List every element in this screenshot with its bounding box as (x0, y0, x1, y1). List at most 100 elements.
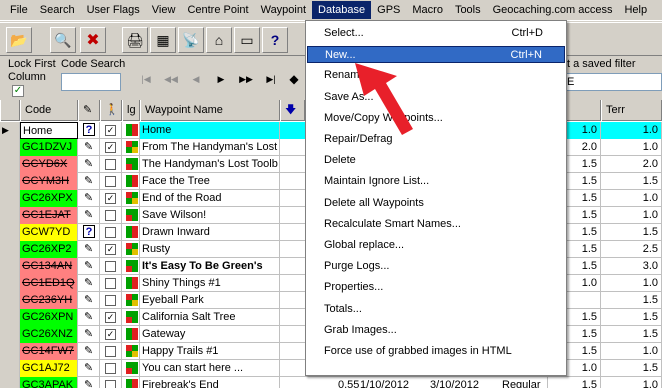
menu-item-maintain-ignore-list[interactable]: Maintain Ignore List... (307, 173, 565, 190)
window-button[interactable]: ▭ (234, 27, 260, 53)
waypoint-name-cell[interactable]: Rusty (140, 241, 280, 258)
user-flag-cell[interactable]: ✎ (78, 360, 100, 377)
menu-tools[interactable]: Tools (449, 1, 487, 19)
row-checkbox[interactable] (105, 210, 116, 221)
lg-column-header[interactable]: lg (122, 100, 140, 121)
waypoint-code-cell[interactable]: GC14FW7 (20, 343, 78, 360)
menu-geocaching-com-access[interactable]: Geocaching.com access (487, 1, 619, 19)
waypoint-name-cell[interactable]: From The Handyman's Lost (140, 139, 280, 156)
menu-item-global-replace[interactable]: Global replace... (307, 237, 565, 254)
user-flag-cell[interactable]: ✎ (78, 309, 100, 326)
user-flag-cell[interactable]: ✎ (78, 241, 100, 258)
menu-item-recalculate-smart-names[interactable]: Recalculate Smart Names... (307, 216, 565, 233)
waypoint-name-cell[interactable]: Shiny Things #1 (140, 275, 280, 292)
menu-file[interactable]: File (4, 1, 34, 19)
row-checkbox[interactable] (105, 380, 116, 388)
waypoint-code-cell[interactable]: GC3APAK (20, 377, 78, 388)
found-checkbox-cell[interactable] (100, 224, 122, 241)
menu-database[interactable]: Database (312, 1, 372, 19)
user-flag-column-header[interactable]: ✎ (78, 100, 100, 121)
row-checkbox[interactable]: ✓ (105, 312, 116, 323)
waypoint-name-cell[interactable]: Save Wilson! (140, 207, 280, 224)
code-search-input[interactable] (61, 73, 121, 91)
found-checkbox-cell[interactable] (100, 173, 122, 190)
found-checkbox-cell[interactable] (100, 258, 122, 275)
menu-item-repair-defrag[interactable]: Repair/Defrag (307, 131, 565, 148)
row-checkbox[interactable] (105, 363, 116, 374)
waypoint-code-cell[interactable]: Home (20, 122, 78, 139)
user-flag-cell[interactable]: ✎ (78, 258, 100, 275)
row-checkbox[interactable]: ✓ (105, 244, 116, 255)
found-checkbox-cell[interactable] (100, 275, 122, 292)
user-flag-cell[interactable]: ? (78, 122, 100, 139)
next-page-button[interactable]: ▶▶ (235, 69, 257, 89)
person-column-header[interactable]: 🚶 (100, 100, 122, 121)
menu-help[interactable]: Help (618, 1, 653, 19)
code-column-header[interactable]: Code (20, 100, 78, 121)
menu-item-delete-all-waypoints[interactable]: Delete all Waypoints (307, 195, 565, 212)
waypoint-code-cell[interactable]: GC1ED1Q (20, 275, 78, 292)
waypoint-code-cell[interactable]: GCYM3H (20, 173, 78, 190)
lock-first-column-checkbox[interactable]: ✓ (12, 85, 24, 97)
open-folder-button[interactable]: 📂 (6, 27, 32, 53)
menu-item-move-copy-waypoints[interactable]: Move/Copy Waypoints... (307, 110, 565, 127)
menu-search[interactable]: Search (34, 1, 81, 19)
gps-button[interactable]: 📡 (178, 27, 204, 53)
user-flag-cell[interactable]: ✎ (78, 190, 100, 207)
prev-page-button[interactable]: ◀◀ (160, 69, 182, 89)
menu-item-rename[interactable]: Rename... (307, 67, 565, 84)
table-row[interactable]: GC3APAK ✎ Firebreak's End 0.55 1/10/2012 3/10… (0, 377, 662, 388)
found-checkbox-cell[interactable] (100, 343, 122, 360)
found-checkbox-cell[interactable]: ✓ (100, 309, 122, 326)
eraser-button[interactable]: ◆ (283, 69, 305, 89)
menu-view[interactable]: View (146, 1, 182, 19)
waypoint-name-cell[interactable]: The Handyman's Lost Toolb (140, 156, 280, 173)
found-checkbox-cell[interactable]: ✓ (100, 241, 122, 258)
waypoint-code-cell[interactable]: GCW7YD (20, 224, 78, 241)
found-checkbox-cell[interactable] (100, 360, 122, 377)
terrain-column-header[interactable]: Terr (601, 100, 662, 121)
waypoint-name-cell[interactable]: Happy Trails #1 (140, 343, 280, 360)
user-flag-cell[interactable]: ✎ (78, 326, 100, 343)
menu-item-new[interactable]: New... Ctrl+N (307, 46, 565, 64)
help-button[interactable]: ? (262, 27, 288, 53)
waypoint-name-cell[interactable]: End of the Road (140, 190, 280, 207)
menu-item-grab-images[interactable]: Grab Images... (307, 322, 565, 339)
menu-waypoint[interactable]: Waypoint (255, 1, 312, 19)
menu-item-delete[interactable]: Delete (307, 152, 565, 169)
row-checkbox[interactable] (105, 227, 116, 238)
waypoint-code-cell[interactable]: GC236YH (20, 292, 78, 309)
waypoint-code-cell[interactable]: GC134AN (20, 258, 78, 275)
waypoint-name-cell[interactable]: It's Easy To Be Green's (140, 258, 280, 275)
user-flag-cell[interactable]: ✎ (78, 156, 100, 173)
waypoint-name-cell[interactable]: Home (140, 122, 280, 139)
found-checkbox-cell[interactable]: ✓ (100, 326, 122, 343)
first-record-button[interactable]: |◀ (135, 69, 157, 89)
found-checkbox-cell[interactable] (100, 156, 122, 173)
row-checkbox[interactable]: ✓ (105, 193, 116, 204)
home-button[interactable]: ⌂ (206, 27, 232, 53)
delete-button[interactable]: ✖ (80, 27, 106, 53)
last-record-button[interactable]: ▶| (260, 69, 282, 89)
waypoint-code-cell[interactable]: GC26XP2 (20, 241, 78, 258)
waypoint-code-cell[interactable]: GC1EJAT (20, 207, 78, 224)
user-flag-cell[interactable]: ✎ (78, 275, 100, 292)
search-button[interactable]: 🔍 (50, 27, 76, 53)
row-checkbox[interactable]: ✓ (105, 125, 116, 136)
waypoint-name-cell[interactable]: Firebreak's End (140, 377, 280, 388)
row-checkbox[interactable] (105, 346, 116, 357)
user-flag-cell[interactable]: ✎ (78, 207, 100, 224)
prev-record-button[interactable]: ◀ (185, 69, 207, 89)
found-checkbox-cell[interactable] (100, 292, 122, 309)
menu-gps[interactable]: GPS (371, 1, 406, 19)
waypoint-code-cell[interactable]: GC1DZVJ (20, 139, 78, 156)
saved-filter-select[interactable]: E (563, 73, 662, 91)
row-checkbox[interactable] (105, 159, 116, 170)
waypoint-code-cell[interactable]: GC1AJ72 (20, 360, 78, 377)
waypoint-code-cell[interactable]: GCYD6X (20, 156, 78, 173)
found-checkbox-cell[interactable] (100, 377, 122, 388)
waypoint-name-cell[interactable]: Drawn Inward (140, 224, 280, 241)
waypoint-name-cell[interactable]: Face the Tree (140, 173, 280, 190)
waypoint-code-cell[interactable]: GC26XNZ (20, 326, 78, 343)
menu-user-flags[interactable]: User Flags (81, 1, 146, 19)
